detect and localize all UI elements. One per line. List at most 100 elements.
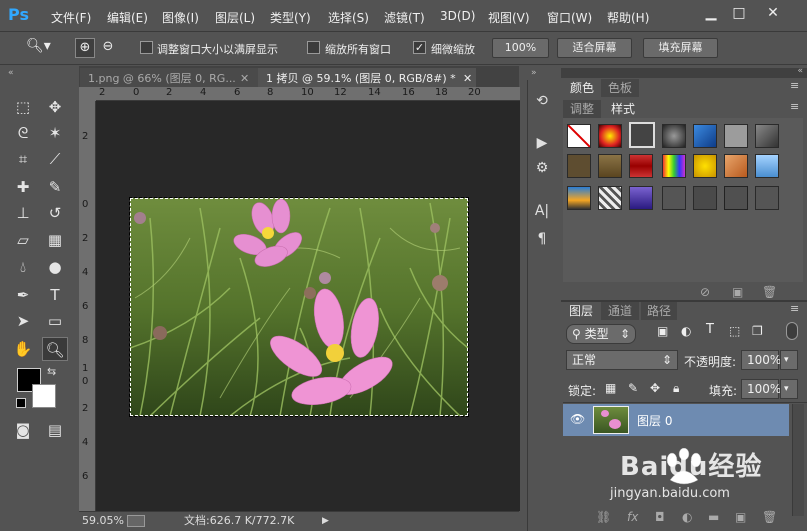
delete-style-icon[interactable]: 🗑︎	[762, 285, 777, 299]
tab-paths[interactable]: 路径	[641, 302, 677, 320]
hand-tool-icon[interactable]: ✋	[10, 337, 36, 361]
style-swatch[interactable]	[567, 186, 591, 210]
filter-pixel-icon[interactable]: ▣	[657, 324, 668, 338]
zoom-out-icon[interactable]: ⊖	[98, 38, 118, 58]
new-group-icon[interactable]: ▬	[708, 510, 719, 524]
link-layers-icon[interactable]: ⛓	[596, 510, 611, 524]
zoom-level[interactable]: 59.05%	[82, 512, 124, 530]
icon-strip-collapse-icon[interactable]: »	[531, 68, 537, 78]
style-swatch[interactable]	[693, 154, 717, 178]
filter-shape-icon[interactable]: ⬚	[729, 324, 740, 338]
resize-windows-checkbox[interactable]	[140, 41, 153, 54]
toolbox-collapse-icon[interactable]: «	[8, 68, 14, 78]
style-swatch[interactable]	[693, 124, 717, 148]
opacity-dropdown-icon[interactable]: ▾	[780, 350, 798, 370]
menu-edit[interactable]: 编辑(E)	[107, 9, 148, 26]
lock-position-icon[interactable]: ✥	[650, 381, 660, 395]
menu-help[interactable]: 帮助(H)	[607, 9, 649, 26]
quick-mask-icon[interactable]: ◙	[10, 418, 36, 442]
style-swatch[interactable]	[662, 124, 686, 148]
lock-transparent-icon[interactable]: ▦	[605, 381, 616, 395]
lasso-tool-icon[interactable]: ᘓ	[10, 121, 36, 145]
crop-tool-icon[interactable]: ⌗	[10, 147, 36, 171]
style-swatch[interactable]	[662, 186, 686, 210]
style-swatch[interactable]	[724, 154, 748, 178]
default-colors-icon[interactable]	[16, 398, 26, 408]
paragraph-panel-icon[interactable]: ¶	[531, 231, 553, 251]
tab-adjust[interactable]: 调整	[563, 100, 601, 118]
screen-mode-icon[interactable]: ▤	[42, 418, 68, 442]
history-brush-tool-icon[interactable]: ↺	[42, 201, 68, 225]
style-swatch[interactable]	[629, 154, 653, 178]
style-swatch[interactable]	[567, 154, 591, 178]
clear-style-icon[interactable]: ⊘	[700, 285, 710, 299]
style-swatch-selected[interactable]	[629, 122, 655, 148]
blend-mode-select[interactable]: 正常 ⇕	[566, 350, 678, 370]
tab-layers[interactable]: 图层	[563, 302, 599, 320]
style-swatch[interactable]	[724, 186, 748, 210]
magic-wand-tool-icon[interactable]: ✶	[42, 121, 68, 145]
adjustment-layer-icon[interactable]: ◐	[682, 510, 692, 524]
menu-filter[interactable]: 滤镜(T)	[384, 9, 425, 26]
filter-type-icon[interactable]: T	[706, 322, 714, 337]
style-swatch[interactable]	[629, 186, 653, 210]
layer-style-icon[interactable]: fx	[627, 510, 638, 524]
character-panel-icon[interactable]: A|	[531, 203, 553, 223]
layer-name[interactable]: 图层 0	[637, 412, 672, 429]
menu-layer[interactable]: 图层(L)	[215, 9, 255, 26]
status-menu-icon[interactable]	[127, 515, 145, 527]
maximize-button[interactable]: □	[728, 4, 750, 22]
close-button[interactable]: ✕	[762, 4, 784, 22]
filter-smart-object-icon[interactable]: ❐	[752, 324, 763, 338]
clone-stamp-tool-icon[interactable]: ⊥	[10, 201, 36, 225]
add-mask-icon[interactable]: ◘	[655, 510, 665, 524]
style-swatch[interactable]	[755, 154, 779, 178]
style-swatch[interactable]	[693, 186, 717, 210]
fill-input[interactable]: 100%	[741, 379, 781, 399]
move-tool-icon[interactable]: ✥	[42, 95, 68, 119]
fill-dropdown-icon[interactable]: ▾	[780, 379, 798, 399]
healing-brush-tool-icon[interactable]: ✚	[10, 175, 36, 199]
menu-view[interactable]: 视图(V)	[488, 9, 530, 26]
zoom-tool-icon[interactable]: 🔍︎	[42, 337, 68, 361]
zoom-in-icon[interactable]: ⊕	[75, 38, 95, 58]
tab-channels[interactable]: 通道	[601, 302, 639, 320]
lock-image-icon[interactable]: ✎	[628, 381, 638, 395]
blur-tool-icon[interactable]: 💧︎	[10, 255, 36, 279]
lock-all-icon[interactable]: 🔒︎	[673, 381, 679, 396]
style-swatch[interactable]	[755, 124, 779, 148]
style-swatch[interactable]	[598, 186, 622, 210]
type-tool-icon[interactable]: T	[42, 283, 68, 307]
menu-file[interactable]: 文件(F)	[51, 9, 91, 26]
eraser-tool-icon[interactable]: ▱	[10, 228, 36, 252]
delete-layer-icon[interactable]: 🗑︎	[762, 510, 777, 524]
fit-screen-button[interactable]: 适合屏幕	[557, 38, 632, 58]
actions-panel-icon[interactable]: ▶	[531, 135, 553, 155]
tab-color[interactable]: 颜色	[563, 79, 601, 97]
layers-menu-icon[interactable]: ≡	[790, 302, 799, 315]
panel-menu-icon[interactable]: ≡	[790, 79, 799, 92]
style-swatch[interactable]	[755, 186, 779, 210]
status-arrow-icon[interactable]: ▶	[322, 512, 329, 530]
zoom-all-checkbox[interactable]	[307, 41, 320, 54]
styles-menu-icon[interactable]: ≡	[790, 100, 799, 113]
history-panel-icon[interactable]: ⟲	[531, 93, 553, 113]
layer-row[interactable]: 👁︎ 图层 0	[563, 404, 789, 436]
zoom-100-button[interactable]: 100%	[492, 38, 549, 58]
swap-colors-icon[interactable]: ⇆	[47, 365, 56, 378]
eyedropper-tool-icon[interactable]: ⟋	[42, 147, 68, 171]
zoom-tool-preset-icon[interactable]: 🔍︎▾	[26, 38, 62, 58]
visibility-eye-icon[interactable]: 👁︎	[570, 412, 585, 426]
panel-collapse-icon[interactable]: «	[797, 66, 803, 76]
gradient-tool-icon[interactable]: ▦	[42, 228, 68, 252]
tab-swatches[interactable]: 色板	[601, 79, 639, 97]
menu-type[interactable]: 类型(Y)	[270, 9, 311, 26]
menu-select[interactable]: 选择(S)	[328, 9, 369, 26]
opacity-input[interactable]: 100%	[741, 350, 781, 370]
style-swatch[interactable]	[598, 154, 622, 178]
background-color-swatch[interactable]	[32, 384, 56, 408]
menu-image[interactable]: 图像(I)	[162, 9, 199, 26]
style-swatch[interactable]	[724, 124, 748, 148]
minimize-button[interactable]: ▁	[700, 4, 722, 22]
style-none[interactable]	[567, 124, 591, 148]
